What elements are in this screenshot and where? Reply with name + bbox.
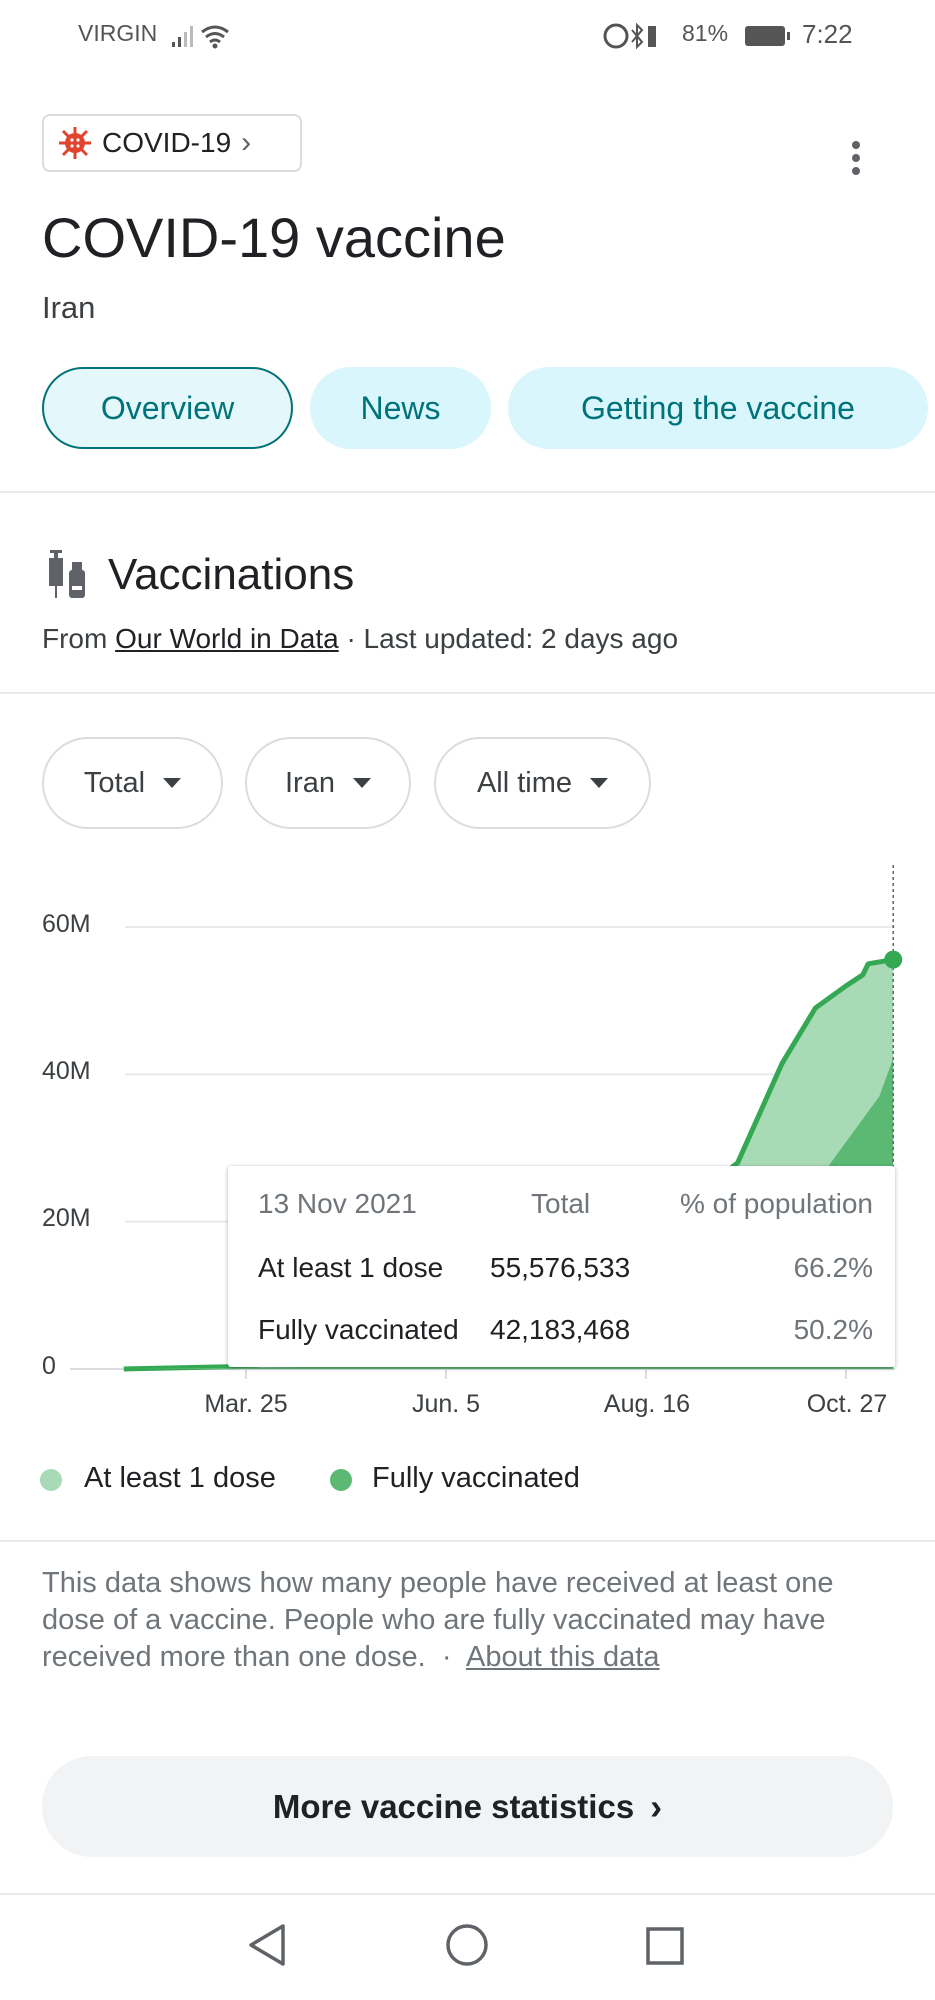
button-label: More vaccine statistics [272,1787,635,1825]
tooltip-row-label: Fully vaccinated [258,1314,459,1345]
divider [0,1540,935,1542]
x-tick-label: Oct. 27 [806,1390,888,1418]
tooltip-row-total: 42,183,468 [490,1314,631,1345]
legend-label: At least 1 dose [84,1462,276,1494]
about-data-link[interactable]: About this data [466,1641,659,1673]
legend-label: Fully vaccinated [372,1462,580,1494]
more-statistics-button[interactable]: More vaccine statistics › [42,1756,893,1857]
y-tick-label: 20M [42,1204,91,1232]
chevron-right-icon: › [650,1785,663,1827]
back-icon[interactable] [245,1922,290,1968]
data-description: This data shows how many people have rec… [42,1565,902,1676]
x-tick-label: Aug. 16 [603,1390,691,1418]
legend-swatch-full [330,1469,352,1491]
tooltip-row-label: At least 1 dose [258,1252,444,1283]
y-tick-label: 0 [42,1352,56,1380]
tooltip-row-total: 55,576,533 [490,1252,631,1283]
divider [0,1893,935,1895]
tooltip-row-pct: 50.2% [793,1314,873,1345]
separator: · [441,1641,452,1673]
x-tick-label: Jun. 5 [411,1390,481,1418]
hover-point [884,950,903,969]
recents-icon[interactable] [645,1926,685,1966]
legend-swatch-dose [40,1469,62,1491]
y-tick-label: 40M [42,1057,91,1085]
chart-tooltip: 13 Nov 2021 Total % of population At lea… [228,1166,895,1367]
tooltip-row-pct: 66.2% [793,1252,873,1283]
tooltip-col-total: Total [531,1188,591,1219]
description-text: This data shows how many people have rec… [42,1567,834,1673]
x-tick-label: Mar. 25 [204,1390,288,1418]
tooltip-col-pct: % of population [679,1188,873,1219]
y-tick-label: 60M [42,910,91,938]
tooltip-date: 13 Nov 2021 [258,1188,417,1219]
home-icon[interactable] [444,1922,490,1968]
